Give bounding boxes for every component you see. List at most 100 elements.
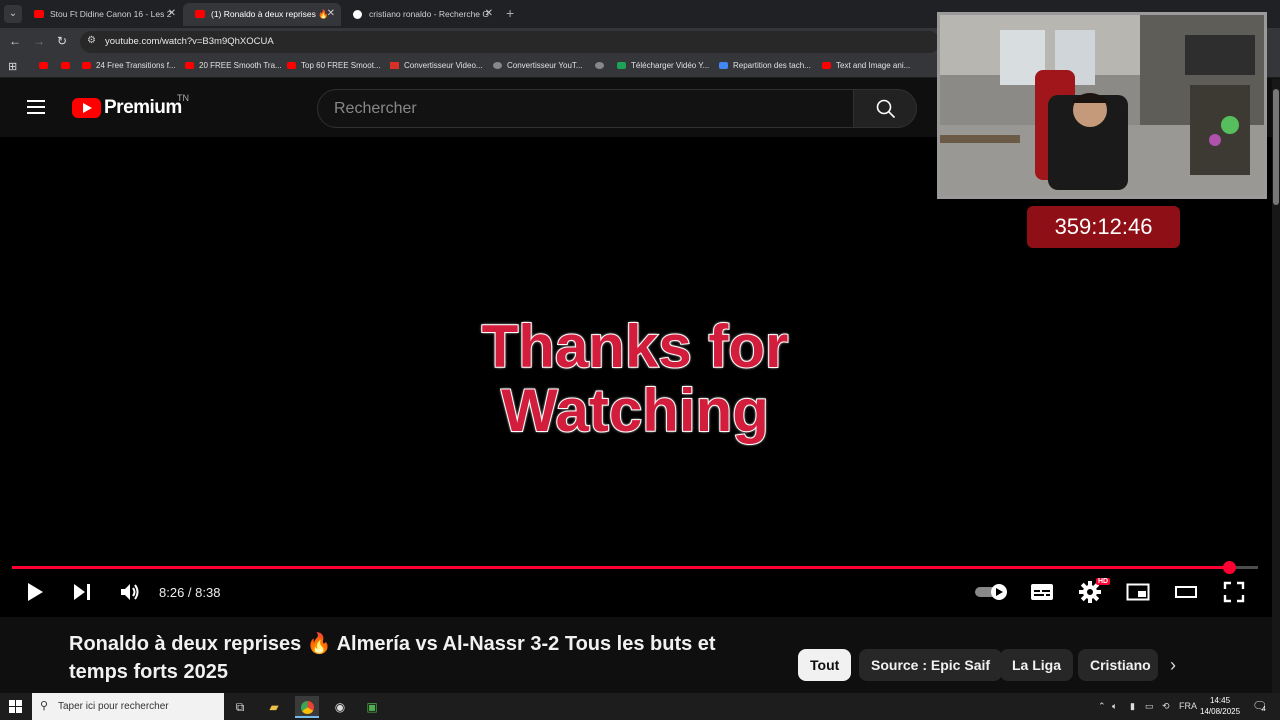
media-app-icon[interactable]: ▣ <box>360 696 384 718</box>
youtube-favicon-icon <box>39 62 48 69</box>
bookmark-item[interactable]: 24 Free Transitions f... <box>82 61 176 70</box>
bookmark-item[interactable]: Top 60 FREE Smoot... <box>287 61 381 70</box>
video-info-section: Ronaldo à deux reprises 🔥 Almería vs Al-… <box>0 617 1272 693</box>
address-bar[interactable]: ⚙ youtube.com/watch?v=B3m9QhXOCUA <box>80 31 940 53</box>
speaker-icon[interactable]: 🔈︎ <box>1112 701 1117 712</box>
converter-favicon-icon <box>390 62 399 69</box>
youtube-favicon-icon <box>822 62 831 69</box>
browser-tab-active[interactable]: (1) Ronaldo à deux reprises 🔥 ✕ <box>183 3 341 26</box>
scrubber-handle[interactable] <box>1223 561 1237 574</box>
tab-label: Stou Ft Didine Canon 16 - Les 2 <box>50 9 172 19</box>
chip-all[interactable]: Tout <box>798 649 852 681</box>
bookmark-item[interactable]: Télécharger Vidéo Y... <box>617 61 709 70</box>
youtube-logo-icon[interactable] <box>72 98 101 118</box>
windows-start-icon[interactable] <box>9 700 22 713</box>
search-icon: ⚲ <box>40 700 49 712</box>
globe-icon <box>595 62 604 69</box>
progress-bar[interactable] <box>12 561 1258 574</box>
bookmark-item[interactable]: Text and Image ani... <box>822 61 910 70</box>
page-scrollbar[interactable] <box>1272 79 1280 693</box>
bookmark-label: Convertisseur YouT... <box>507 61 583 70</box>
miniplayer-icon[interactable] <box>1126 580 1150 604</box>
browser-tab[interactable]: cristiano ronaldo - Recherche G ✕ <box>341 3 499 26</box>
play-icon[interactable] <box>24 580 46 604</box>
converter-favicon-icon <box>493 62 502 69</box>
network-icon[interactable]: ▭ <box>1145 701 1154 712</box>
theater-mode-icon[interactable] <box>1174 580 1198 604</box>
reload-icon[interactable]: ↻ <box>57 34 67 48</box>
bookmark-item[interactable]: Convertisseur YouT... <box>493 61 583 70</box>
file-explorer-icon[interactable]: ▰ <box>262 696 286 718</box>
browser-tab[interactable]: Stou Ft Didine Canon 16 - Les 2 ✕ <box>22 3 182 26</box>
video-title: Ronaldo à deux reprises 🔥 Almería vs Al-… <box>69 633 716 683</box>
google-favicon-icon <box>353 10 362 19</box>
tab-label: cristiano ronaldo - Recherche G <box>369 9 490 19</box>
obs-icon[interactable]: ◉ <box>328 696 352 718</box>
chip-source[interactable]: Source : Epic Saif <box>859 649 1003 681</box>
taskbar-search-input[interactable]: ⚲ Taper ici pour rechercher <box>32 693 224 720</box>
clock-time: 14:45 <box>1210 696 1231 705</box>
scrollbar-thumb[interactable] <box>1273 89 1279 205</box>
chrome-icon[interactable] <box>295 696 319 718</box>
search-placeholder: Rechercher <box>334 100 417 117</box>
back-arrow-icon[interactable]: ← <box>9 34 21 48</box>
logo-text[interactable]: Premium <box>104 97 182 119</box>
menu-icon[interactable] <box>27 100 45 114</box>
forward-arrow-icon[interactable]: → <box>33 34 45 48</box>
microphone-icon[interactable]: ▮ <box>1130 701 1135 712</box>
site-info-icon[interactable]: ⚙ <box>87 35 96 46</box>
webcam-feed-image <box>940 15 1264 196</box>
close-tab-icon[interactable]: ✕ <box>168 3 176 25</box>
notification-count: 4 <box>1262 706 1266 713</box>
subtitles-icon[interactable] <box>1030 580 1054 604</box>
task-view-icon[interactable]: ⧉ <box>228 696 252 718</box>
taskbar-search-placeholder: Taper ici pour rechercher <box>58 701 169 712</box>
clock-date: 14/08/2025 <box>1200 707 1241 716</box>
bookmark-label: Text and Image ani... <box>836 61 911 70</box>
bookmark-label: Top 60 FREE Smoot... <box>301 61 381 70</box>
chevron-right-icon[interactable]: › <box>1170 655 1176 676</box>
search-input[interactable]: Rechercher <box>317 89 854 128</box>
end-screen-text-line1: Thanks for <box>481 313 790 380</box>
bookmark-label: 20 FREE Smooth Tra... <box>199 61 282 70</box>
sync-icon[interactable]: ⟲ <box>1162 701 1170 712</box>
chip-cristiano[interactable]: Cristiano <box>1078 649 1158 681</box>
language-indicator[interactable]: FRA <box>1179 701 1197 711</box>
country-code: TN <box>177 93 189 103</box>
tab-search-button[interactable]: ⌄ <box>4 5 22 23</box>
close-tab-icon[interactable]: ✕ <box>327 3 335 25</box>
bookmark-label: 24 Free Transitions f... <box>96 61 176 70</box>
chip-la-liga[interactable]: La Liga <box>1000 649 1074 681</box>
youtube-favicon-icon <box>34 10 44 18</box>
fullscreen-icon[interactable] <box>1222 580 1246 604</box>
new-tab-button[interactable]: + <box>506 5 514 21</box>
time-display: 8:26 / 8:38 <box>159 585 221 600</box>
tab-label: (1) Ronaldo à deux reprises 🔥 <box>211 9 329 19</box>
hd-badge: HD <box>1096 578 1111 585</box>
windows-taskbar: ⚲ Taper ici pour rechercher ⧉ ▰ ◉ ▣ ⌃ 🔈︎… <box>0 693 1280 720</box>
bookmark-item[interactable]: Convertisseur Video... <box>390 61 483 70</box>
search-icon <box>876 99 896 119</box>
apps-grid-icon[interactable]: ⊞ <box>8 60 17 73</box>
next-video-icon[interactable] <box>71 580 93 604</box>
search-button[interactable] <box>853 89 917 128</box>
bookmark-label: Convertisseur Video... <box>404 61 483 70</box>
bookmark-item[interactable]: Repartition des tach... <box>719 61 811 70</box>
bookmark-item[interactable]: 20 FREE Smooth Tra... <box>185 61 282 70</box>
youtube-favicon-icon <box>185 62 194 69</box>
autoplay-toggle[interactable] <box>974 583 1010 601</box>
download-favicon-icon <box>617 62 626 69</box>
clock[interactable]: 14:45 14/08/2025 <box>1200 695 1240 717</box>
youtube-favicon-icon <box>61 62 70 69</box>
volume-icon[interactable] <box>118 580 142 604</box>
stream-timer: 359:12:46 <box>1027 206 1180 248</box>
youtube-favicon-icon <box>195 10 205 18</box>
youtube-favicon-icon <box>82 62 91 69</box>
bookmark-label: Repartition des tach... <box>733 61 811 70</box>
youtube-favicon-icon <box>287 62 296 69</box>
url-text[interactable]: youtube.com/watch?v=B3m9QhXOCUA <box>105 36 274 47</box>
close-tab-icon[interactable]: ✕ <box>485 3 493 25</box>
show-hidden-icons-icon[interactable]: ⌃ <box>1098 701 1106 712</box>
end-screen-text-line2: Watching <box>500 377 770 444</box>
bookmark-label: Télécharger Vidéo Y... <box>631 61 710 70</box>
